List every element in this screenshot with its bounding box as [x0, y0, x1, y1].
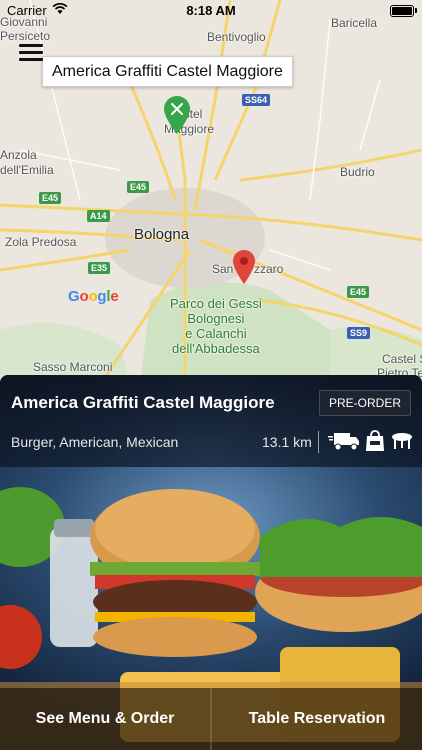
menu-icon[interactable]: [19, 44, 43, 62]
takeaway-bag-icon: [366, 430, 384, 451]
road-badge: SS64: [242, 94, 271, 106]
map-callout[interactable]: America Graffiti Castel Maggiore: [42, 56, 293, 87]
map-place-label: Budrio: [340, 165, 375, 179]
park-label-line: e Calanchi: [185, 326, 247, 341]
divider: [318, 431, 319, 453]
map-place-label: San: [212, 262, 234, 276]
table-reservation-button[interactable]: Table Reservation: [210, 688, 422, 750]
map-place-label: Bentivoglio: [207, 30, 266, 44]
map-place-label: Persiceto: [0, 29, 51, 43]
map-place-label: Sasso Marconi: [33, 360, 113, 374]
road-badge: A14: [87, 210, 110, 222]
road-badge: SS9: [347, 327, 371, 339]
status-bar: Carrier 8:18 AM: [0, 0, 422, 22]
map-view[interactable]: Giovanni Persiceto Bentivoglio Baricella…: [0, 0, 422, 385]
location-pin-icon[interactable]: [233, 250, 255, 284]
delivery-truck-icon: [328, 433, 359, 451]
road-badge: E45: [347, 286, 370, 298]
map-park-label: Parco dei Gessi Bolognesi e Calanchi del…: [170, 296, 262, 356]
map-place-label: Zola Predosa: [5, 235, 77, 249]
battery-cap: [415, 8, 417, 13]
map-place-label: Anzola: [0, 148, 37, 162]
battery-icon: [390, 5, 414, 17]
road-badge: E45: [39, 192, 62, 204]
dine-in-table-icon: [392, 433, 412, 449]
clock: 8:18 AM: [186, 3, 236, 18]
park-label-line: Parco dei Gessi: [170, 296, 262, 311]
pre-order-badge[interactable]: PRE-ORDER: [318, 390, 411, 416]
park-label-line: dell'Abbadessa: [171, 341, 260, 356]
map-place-label: dell'Emilia: [0, 163, 54, 177]
road-badge: E35: [88, 262, 111, 274]
map-city-label: Bologna: [134, 226, 190, 243]
restaurant-info: [0, 375, 422, 467]
restaurant-pin-icon[interactable]: [164, 96, 190, 134]
distance-label: 13.1 km: [262, 434, 312, 450]
restaurant-card[interactable]: America Graffiti Castel Maggiore PRE-ORD…: [0, 375, 422, 750]
map-place-label: Castel S: [382, 352, 422, 366]
logo-letter: e: [110, 288, 119, 305]
park-label-line: Bolognesi: [187, 311, 245, 326]
road-badge: E45: [127, 181, 150, 193]
see-menu-order-button[interactable]: See Menu & Order: [0, 688, 210, 750]
action-bar: See Menu & Order Table Reservation: [0, 688, 422, 750]
restaurant-name: America Graffiti Castel Maggiore: [11, 393, 275, 412]
google-logo: Google: [68, 288, 119, 305]
map-place-label: zzaro: [254, 262, 284, 276]
logo-letter: G: [68, 288, 80, 305]
cuisine-label: Burger, American, Mexican: [11, 434, 179, 450]
